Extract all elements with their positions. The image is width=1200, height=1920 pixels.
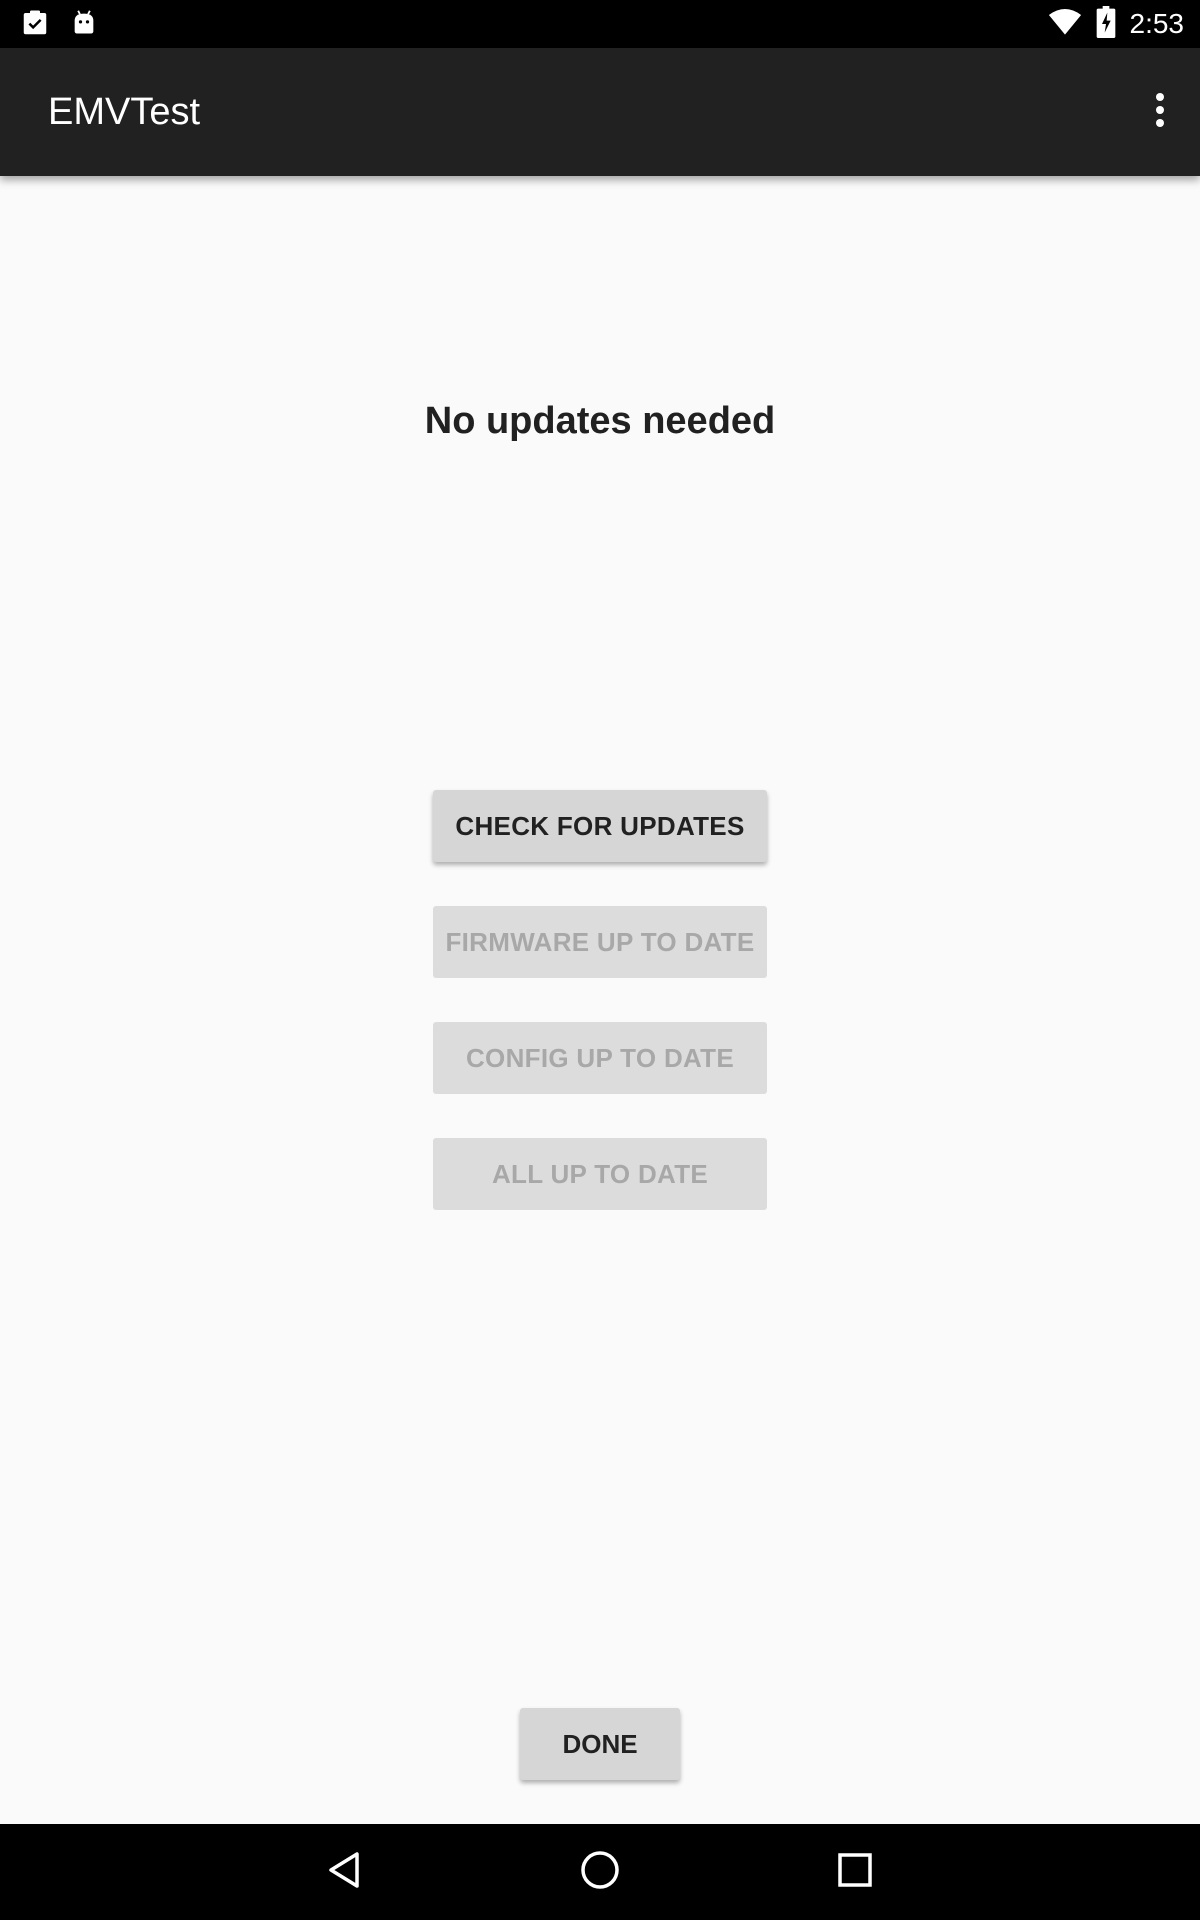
recents-button[interactable]: [825, 1842, 885, 1902]
status-right: 2:53: [1048, 0, 1185, 48]
clock: 2:53: [1129, 8, 1185, 39]
check-for-updates-button[interactable]: CHECK FOR UPDATES: [433, 790, 767, 862]
home-icon: [579, 1849, 621, 1896]
app-bar: EMVTest: [0, 48, 1200, 176]
wifi-icon: [1048, 8, 1082, 41]
back-button[interactable]: [315, 1842, 375, 1902]
config-up-to-date-button: CONFIG UP TO DATE: [433, 1022, 767, 1094]
done-button[interactable]: DONE: [520, 1708, 680, 1780]
home-button[interactable]: [570, 1842, 630, 1902]
navigation-bar: [0, 1824, 1200, 1920]
overflow-menu-button[interactable]: [1140, 78, 1180, 146]
app-title: EMVTest: [48, 91, 201, 133]
status-left-icons: [20, 8, 98, 43]
back-icon: [325, 1850, 365, 1895]
all-up-to-date-button: ALL UP TO DATE: [433, 1138, 767, 1210]
status-bar: 2:53: [0, 0, 1200, 48]
clipboard-check-icon: [20, 8, 50, 43]
recents-icon: [837, 1852, 873, 1893]
android-icon: [70, 8, 98, 43]
status-message: No updates needed: [424, 400, 776, 442]
firmware-up-to-date-button: FIRMWARE UP TO DATE: [433, 906, 767, 978]
battery-charging-icon: [1096, 5, 1116, 43]
more-vert-icon: [1154, 92, 1166, 133]
